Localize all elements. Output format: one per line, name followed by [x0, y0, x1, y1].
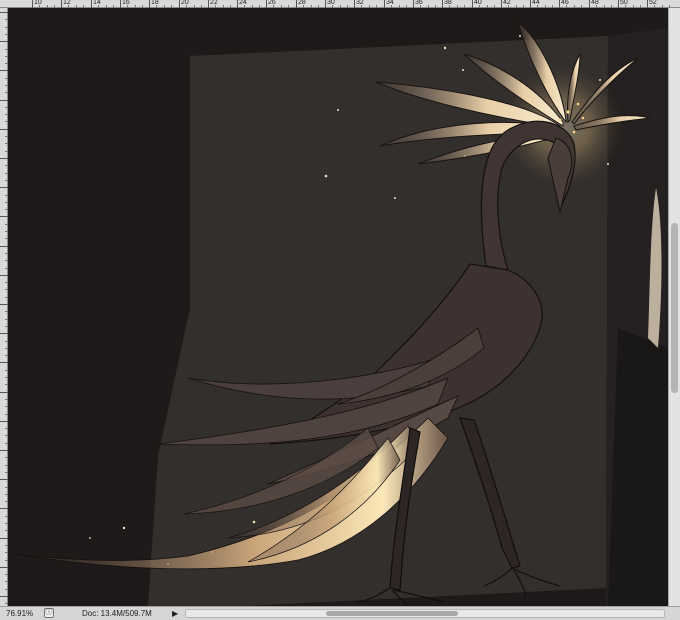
- ruler-major-tick: [296, 0, 297, 8]
- ruler-major-tick: [413, 0, 414, 8]
- ruler-label: 30: [327, 0, 335, 6]
- ruler-tick: [0, 216, 8, 217]
- ruler-major-tick: [559, 0, 560, 8]
- ruler-major-tick: [472, 0, 473, 8]
- ruler-tick: [0, 304, 8, 305]
- ruler-major-tick: [120, 0, 121, 8]
- ruler-tick: [0, 129, 8, 130]
- ruler-label: 28: [298, 0, 306, 6]
- ruler-tick: [0, 12, 8, 13]
- ruler-tick: [0, 596, 8, 597]
- ruler-label: 32: [356, 0, 364, 6]
- vertical-ruler[interactable]: [0, 8, 8, 606]
- ruler-tick: [0, 187, 8, 188]
- ruler-tick: [0, 362, 8, 363]
- ruler-major-tick: [618, 0, 619, 8]
- ruler-major-tick: [32, 0, 33, 8]
- ruler-major-tick: [384, 0, 385, 8]
- ruler-major-tick: [530, 0, 531, 8]
- ruler-major-tick: [647, 0, 648, 8]
- ruler-label: 10: [34, 0, 42, 6]
- ruler-tick: [0, 421, 8, 422]
- ruler-label: 42: [503, 0, 511, 6]
- document-size: Doc: 13.4M/509.7M: [82, 609, 152, 618]
- ruler-major-tick: [325, 0, 326, 8]
- ruler-major-tick: [442, 0, 443, 8]
- ruler-major-tick: [354, 0, 355, 8]
- ruler-tick: [0, 508, 8, 509]
- ruler-label: 12: [63, 0, 71, 6]
- ruler-major-tick: [266, 0, 267, 8]
- vertical-scrollbar[interactable]: [668, 8, 680, 606]
- status-bar: 76.91% ⓘ Doc: 13.4M/509.7M ▶: [0, 606, 680, 620]
- ruler-tick: [0, 538, 8, 539]
- horizontal-ruler[interactable]: 10 12 14 16 18 20 22 24 26 28 30 32 34 36 38 40 42 44 46 48…: [0, 0, 680, 8]
- ruler-major-tick: [589, 0, 590, 8]
- ruler-label: 24: [239, 0, 247, 6]
- ruler-label: 34: [386, 0, 394, 6]
- ruler-label: 14: [93, 0, 101, 6]
- ruler-label: 40: [474, 0, 482, 6]
- ruler-tick: [0, 70, 8, 71]
- ruler-label: 38: [444, 0, 452, 6]
- ruler-label: 48: [591, 0, 599, 6]
- ruler-major-tick: [501, 0, 502, 8]
- ruler-label: 20: [181, 0, 189, 6]
- ruler-tick: [0, 567, 8, 568]
- document-canvas[interactable]: [8, 8, 668, 606]
- ruler-major-tick: [149, 0, 150, 8]
- ruler-tick: [0, 450, 8, 451]
- vertical-scroll-thumb[interactable]: [671, 223, 678, 393]
- ruler-tick: [0, 158, 8, 159]
- ruler-label: 52: [649, 0, 657, 6]
- artwork: [15, 20, 668, 606]
- zoom-level[interactable]: 76.91%: [6, 608, 33, 619]
- horizontal-scroll-thumb[interactable]: [326, 611, 458, 616]
- ruler-label: 36: [415, 0, 423, 6]
- ruler-tick: [0, 275, 8, 276]
- ruler-label: 22: [210, 0, 218, 6]
- ruler-tick: [0, 41, 8, 42]
- ruler-major-tick: [91, 0, 92, 8]
- ruler-tick: [0, 100, 8, 101]
- ruler-major-tick: [61, 0, 62, 8]
- status-menu-arrow-icon[interactable]: ▶: [172, 608, 178, 619]
- ruler-tick: [0, 479, 8, 480]
- ruler-major-tick: [237, 0, 238, 8]
- ruler-tick: [0, 392, 8, 393]
- ruler-tick: [0, 246, 8, 247]
- ruler-label: 46: [561, 0, 569, 6]
- ruler-major-tick: [208, 0, 209, 8]
- document-info-icon[interactable]: ⓘ: [44, 608, 54, 618]
- ruler-label: 44: [532, 0, 540, 6]
- ruler-label: 26: [268, 0, 276, 6]
- ruler-major-tick: [179, 0, 180, 8]
- ruler-label: 50: [620, 0, 628, 6]
- ruler-label: 18: [151, 0, 159, 6]
- horizontal-scrollbar[interactable]: [185, 609, 665, 618]
- ruler-tick: [0, 333, 8, 334]
- ruler-label: 16: [122, 0, 130, 6]
